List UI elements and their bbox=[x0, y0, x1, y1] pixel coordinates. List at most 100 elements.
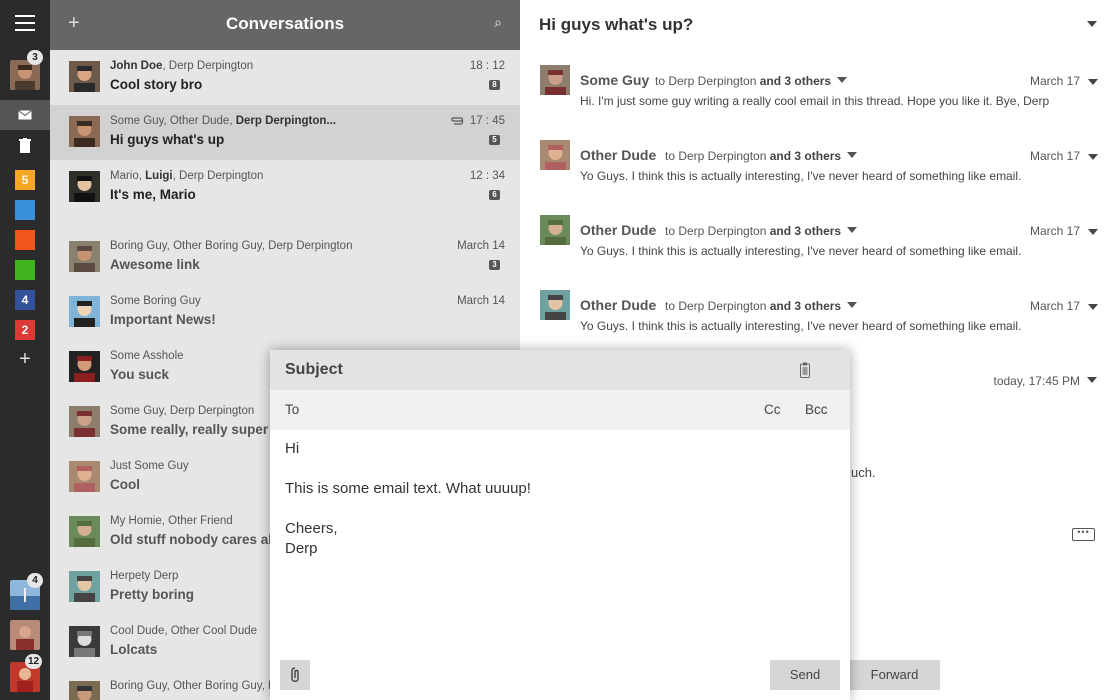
thread-menu-icon[interactable] bbox=[1087, 21, 1097, 27]
account-unread-badge: 3 bbox=[27, 50, 43, 65]
conversation-participants: Cool Dude, Other Cool Dude bbox=[110, 625, 258, 637]
conversation-subject: Some really, really super bbox=[110, 422, 269, 437]
folder-green[interactable] bbox=[15, 260, 35, 280]
conversation-participants: Some Guy, Derp Derpington bbox=[110, 405, 255, 417]
folder-red[interactable]: 2 bbox=[15, 320, 35, 340]
message-recipients[interactable]: to Derp Derpington and 3 others bbox=[665, 299, 858, 313]
add-folder-button[interactable]: + bbox=[0, 348, 50, 371]
thread-title: Hi guys what's up? bbox=[539, 15, 694, 34]
conversation-participants: Boring Guy, Other Boring Guy, D bbox=[110, 680, 277, 692]
message-menu-icon[interactable] bbox=[1088, 154, 1098, 160]
conversation-item[interactable]: Some Boring Guy Important News! March 14 bbox=[50, 285, 520, 340]
trash-icon[interactable] bbox=[19, 138, 31, 153]
conversation-participants: Some Boring Guy bbox=[110, 295, 201, 307]
conversation-time: March 14 bbox=[457, 240, 505, 252]
search-icon[interactable]: ⌕ bbox=[494, 14, 502, 31]
message-recipients[interactable]: to Derp Derpington and 3 others bbox=[655, 74, 848, 88]
message-count-badge: 8 bbox=[489, 80, 500, 90]
folder-blue[interactable] bbox=[15, 200, 35, 220]
avatar bbox=[69, 461, 100, 492]
folder-count: 5 bbox=[21, 173, 29, 187]
avatar bbox=[540, 65, 570, 95]
forward-button[interactable]: Forward bbox=[849, 660, 940, 690]
message-date: March 17 bbox=[1029, 74, 1080, 88]
folder-count: 2 bbox=[21, 323, 29, 337]
folder-red-orange[interactable] bbox=[15, 230, 35, 250]
to-field[interactable]: To bbox=[285, 402, 299, 417]
inbox-button[interactable] bbox=[0, 100, 50, 130]
conversation-subject: Lolcats bbox=[110, 642, 158, 657]
message-body: Hi. I'm just some guy writing a really c… bbox=[580, 94, 1050, 108]
conversation-subject: Hi guys what's up bbox=[110, 132, 225, 147]
folder-dark-blue[interactable]: 4 bbox=[15, 290, 35, 310]
list-header: + Conversations ⌕ bbox=[50, 0, 520, 50]
conversation-subject: Old stuff nobody cares al bbox=[110, 532, 273, 547]
conversation-subject: Pretty boring bbox=[110, 587, 195, 602]
body-line: Derp bbox=[285, 540, 318, 557]
conversation-time: March 14 bbox=[457, 295, 505, 307]
conversation-subject: You suck bbox=[110, 367, 170, 382]
avatar bbox=[540, 140, 570, 170]
message-menu-icon[interactable] bbox=[1088, 79, 1098, 85]
folder-orange[interactable]: 5 bbox=[15, 170, 35, 190]
conversation-subject: Important News! bbox=[110, 312, 216, 327]
clipboard-icon[interactable] bbox=[800, 362, 810, 378]
menu-icon[interactable] bbox=[15, 15, 35, 33]
avatar bbox=[69, 571, 100, 602]
account-2-badge: 4 bbox=[27, 573, 43, 588]
list-title: Conversations bbox=[225, 14, 345, 33]
avatar bbox=[69, 241, 100, 272]
thread-message[interactable]: Some Guy to Derp Derpington and 3 others M… bbox=[520, 65, 1120, 140]
message-count-badge: 3 bbox=[489, 260, 500, 270]
conversation-subject: Awesome link bbox=[110, 257, 200, 272]
message-count-badge: 5 bbox=[489, 135, 500, 145]
show-more-button[interactable]: ••• bbox=[1072, 528, 1095, 541]
avatar bbox=[69, 171, 100, 202]
conversation-time: 12 : 34 bbox=[469, 170, 505, 182]
message-recipients[interactable]: to Derp Derpington and 3 others bbox=[665, 224, 858, 238]
attach-button[interactable] bbox=[280, 660, 310, 690]
conversation-item[interactable]: Mario, Luigi, Derp Derpington It's me, Ma… bbox=[50, 160, 520, 215]
left-rail: 3 5 4 2 + 4 12 bbox=[0, 0, 50, 700]
conversation-participants: Boring Guy, Other Boring Guy, Derp Derpi… bbox=[110, 240, 353, 252]
conversation-participants: John Doe, Derp Derpington bbox=[110, 60, 254, 72]
conversation-item[interactable]: Some Guy, Other Dude, Derp Derpington...… bbox=[50, 105, 520, 160]
recipients-dropdown-icon bbox=[837, 77, 848, 83]
body-line: Hi bbox=[285, 440, 300, 457]
conversation-time: 17 : 45 bbox=[469, 115, 505, 127]
message-body: Yo Guys. I think this is actually intere… bbox=[580, 169, 1022, 183]
conversation-participants: Mario, Luigi, Derp Derpington bbox=[110, 170, 264, 182]
thread-message[interactable]: Other Dude to Derp Derpington and 3 other… bbox=[520, 215, 1120, 290]
message-menu-icon[interactable] bbox=[1088, 229, 1098, 235]
account-avatar-3[interactable] bbox=[10, 620, 40, 650]
message-body: Yo Guys. I think this is actually intere… bbox=[580, 319, 1022, 333]
recipients-dropdown-icon bbox=[847, 227, 858, 233]
message-body: Yo Guys. I think this is actually intere… bbox=[580, 244, 1022, 258]
conversation-subject: It's me, Mario bbox=[110, 187, 196, 202]
subject-field[interactable]: Subject bbox=[285, 361, 343, 379]
message-sender: Other Dude bbox=[580, 222, 657, 238]
conversation-item[interactable]: Boring Guy, Other Boring Guy, Derp Derpi… bbox=[50, 230, 520, 285]
conversation-subject: Cool story bro bbox=[110, 77, 203, 92]
avatar bbox=[69, 516, 100, 547]
message-menu-icon[interactable] bbox=[1088, 304, 1098, 310]
conversation-participants: Herpety Derp bbox=[110, 570, 179, 582]
recipients-row: To Cc Bcc bbox=[270, 390, 850, 430]
message-recipients[interactable]: to Derp Derpington and 3 others bbox=[665, 149, 858, 163]
send-button[interactable]: Send bbox=[770, 660, 840, 690]
cc-button[interactable]: Cc bbox=[764, 402, 781, 417]
avatar bbox=[69, 406, 100, 437]
avatar bbox=[69, 296, 100, 327]
message-date: March 17 bbox=[1029, 224, 1080, 238]
paperclip-icon bbox=[291, 667, 299, 682]
thread-message[interactable]: Other Dude to Derp Derpington and 3 other… bbox=[520, 140, 1120, 215]
mail-icon bbox=[18, 110, 32, 120]
conversation-participants: Some Asshole bbox=[110, 350, 184, 362]
conversation-participants: My Homie, Other Friend bbox=[110, 515, 233, 527]
bcc-button[interactable]: Bcc bbox=[805, 402, 828, 417]
avatar bbox=[69, 626, 100, 657]
conversation-item[interactable]: John Doe, Derp Derpington Cool story bro 1… bbox=[50, 50, 520, 105]
message-menu-icon[interactable] bbox=[1087, 377, 1097, 383]
message-date: March 17 bbox=[1029, 299, 1080, 313]
message-sender: Some Guy bbox=[580, 72, 650, 88]
